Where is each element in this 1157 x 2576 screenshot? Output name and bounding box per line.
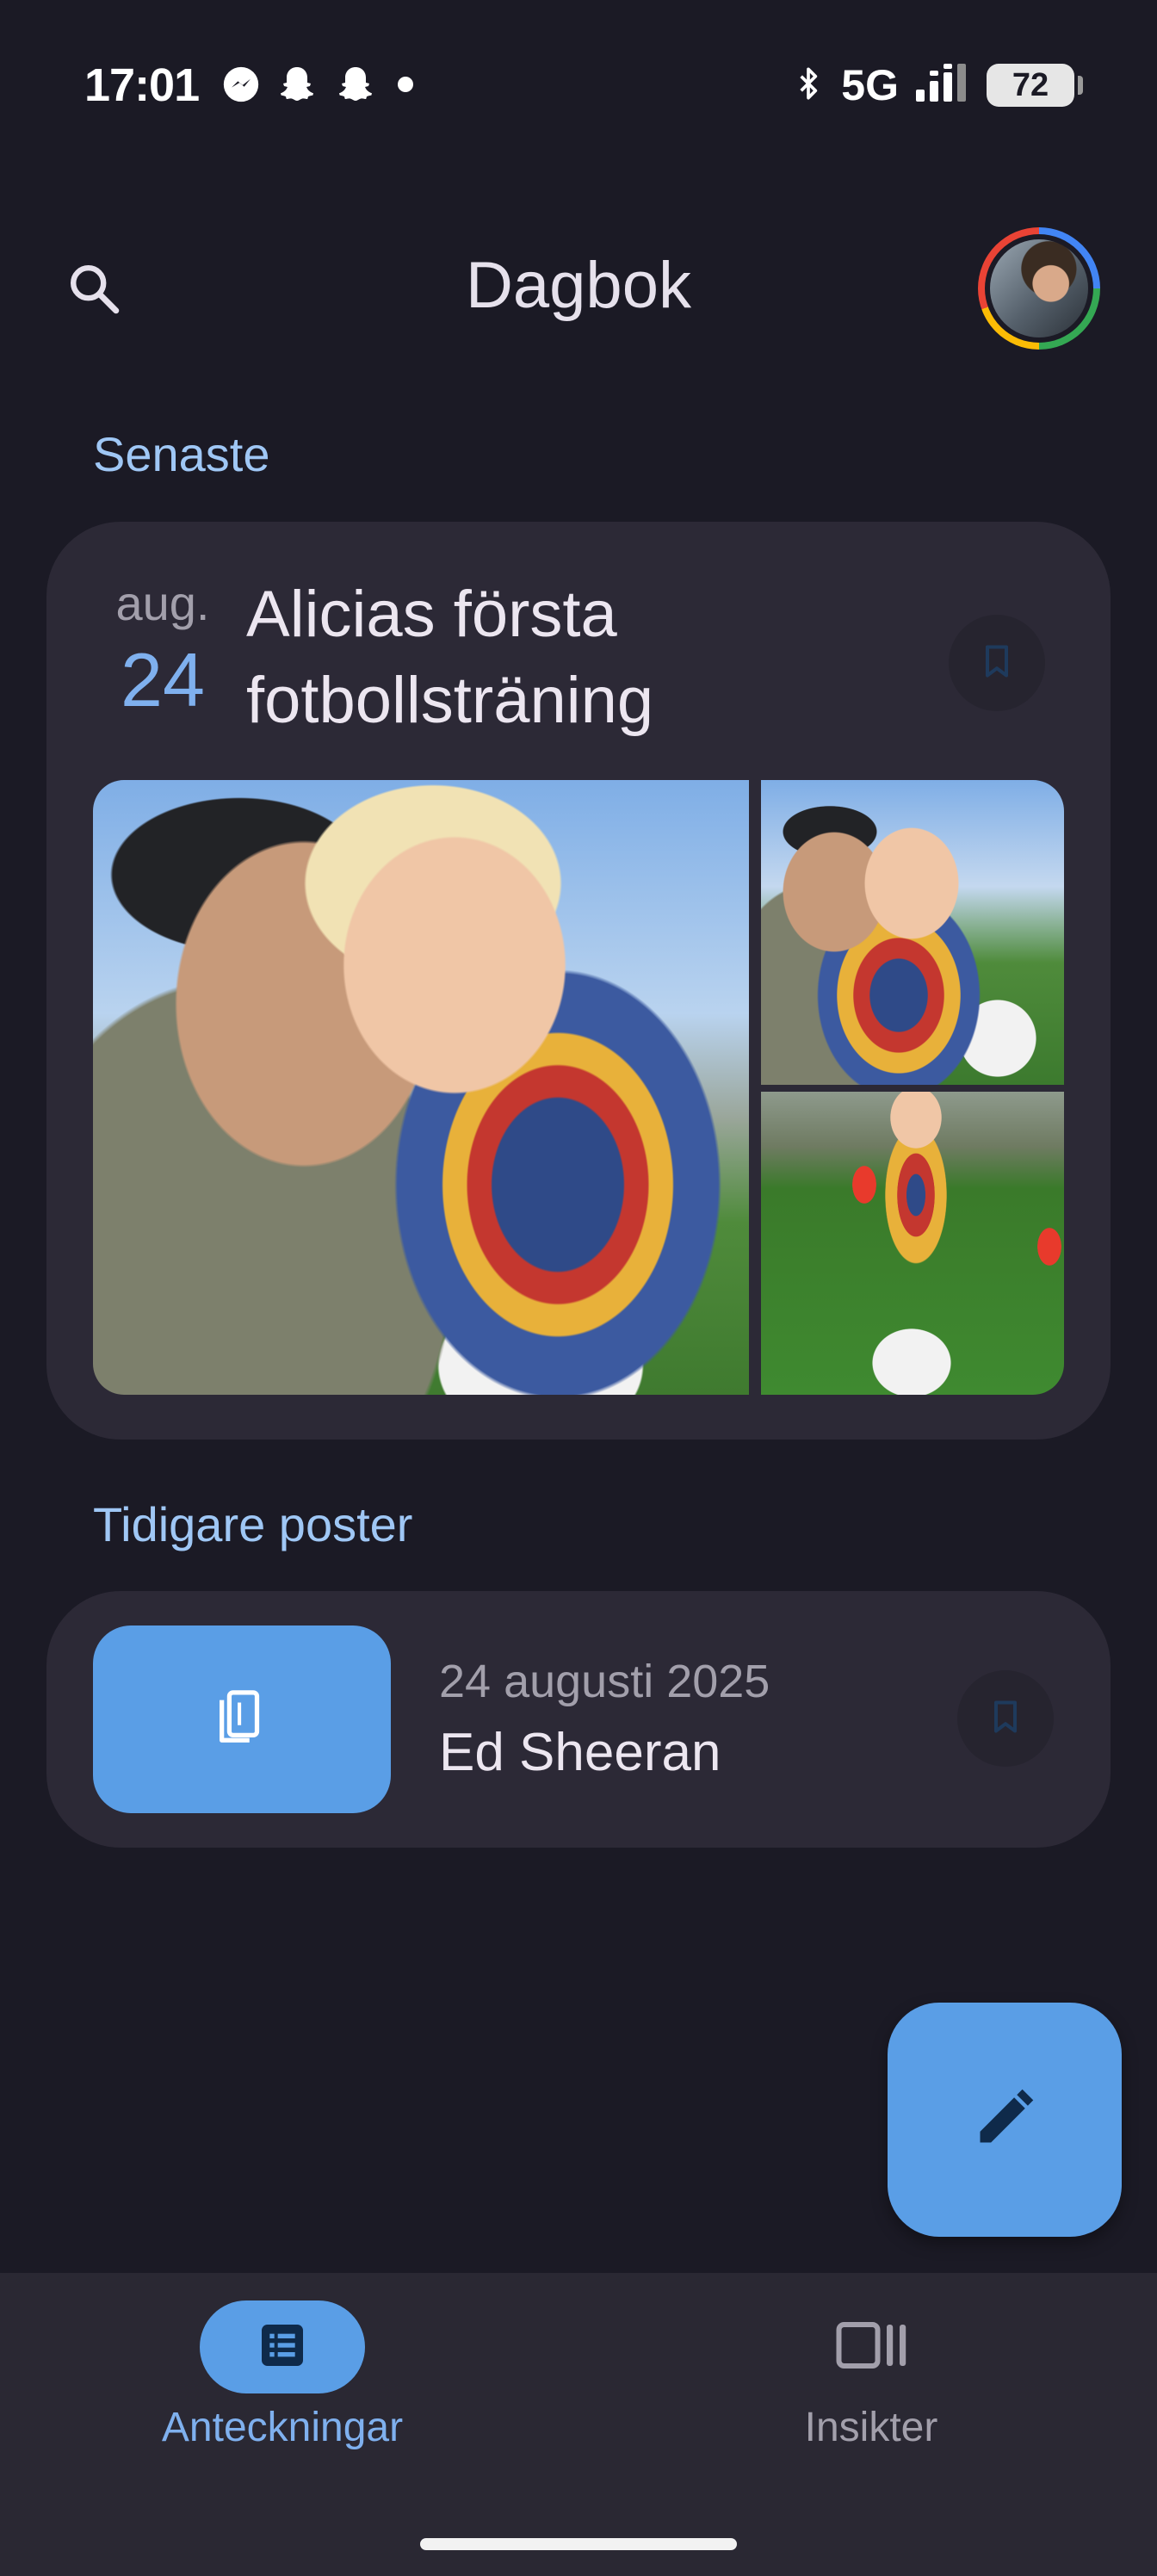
journal-screen: 17:01 5G 72 Dagbok Senaste aug. 24 Alici… xyxy=(0,0,1157,2576)
battery-level: 72 xyxy=(1012,66,1049,103)
book-icon xyxy=(212,1685,272,1755)
entry-day: 24 xyxy=(121,637,205,722)
bottom-navigation: Anteckningar Insikter xyxy=(0,2273,1157,2576)
nav-item-notes[interactable]: Anteckningar xyxy=(59,2300,506,2451)
status-bar: 17:01 5G 72 xyxy=(0,0,1157,172)
entry-title: Ed Sheeran xyxy=(439,1723,721,1782)
entry-date: 24 augusti 2025 xyxy=(439,1656,770,1707)
snapchat-icon xyxy=(275,64,319,109)
entry-date-block: aug. 24 xyxy=(98,575,227,724)
entry-photo-tertiary[interactable] xyxy=(761,1092,1064,1395)
signal-icon xyxy=(914,63,971,108)
nav-pill-notes xyxy=(200,2300,365,2393)
network-label: 5G xyxy=(841,61,899,109)
entry-title: Alicias första fotbollsträning xyxy=(246,578,654,737)
latest-entry-card[interactable]: aug. 24 Alicias första fotbollsträning xyxy=(46,522,1111,1440)
entry-photo-main[interactable] xyxy=(93,780,749,1395)
section-earlier-label: Tidigare poster xyxy=(93,1497,413,1551)
nav-pill-insights xyxy=(789,2300,954,2393)
bookmark-icon xyxy=(987,1694,1024,1743)
bluetooth-icon xyxy=(791,62,826,109)
system-icons: 5G 72 xyxy=(791,60,1083,110)
bookmark-icon xyxy=(978,639,1016,688)
dot-icon xyxy=(393,71,418,102)
snapchat-icon xyxy=(334,64,377,109)
entry-thumbnail xyxy=(93,1625,391,1813)
list-icon xyxy=(255,2318,310,2377)
new-entry-button[interactable] xyxy=(888,2003,1122,2237)
list-item[interactable]: 24 augusti 2025 Ed Sheeran xyxy=(46,1591,1111,1848)
messenger-icon xyxy=(222,65,260,108)
top-app-bar: Dagbok xyxy=(0,215,1157,362)
nav-label-insights: Insikter xyxy=(804,2405,938,2450)
bookmark-button[interactable] xyxy=(949,615,1045,711)
insights-icon xyxy=(835,2319,907,2375)
entry-photo-secondary[interactable] xyxy=(761,780,1064,1085)
account-button[interactable] xyxy=(978,227,1100,350)
edit-icon xyxy=(972,2085,1037,2155)
home-indicator[interactable] xyxy=(420,2538,737,2550)
bookmark-button[interactable] xyxy=(957,1670,1054,1767)
notification-icons xyxy=(222,64,418,109)
entry-month: aug. xyxy=(115,576,210,630)
battery-indicator: 72 xyxy=(987,64,1083,107)
avatar xyxy=(990,239,1088,337)
nav-item-insights[interactable]: Insikter xyxy=(647,2300,1095,2451)
section-latest-label: Senaste xyxy=(93,427,270,481)
nav-label-notes: Anteckningar xyxy=(161,2405,404,2450)
status-time: 17:01 xyxy=(84,59,200,111)
